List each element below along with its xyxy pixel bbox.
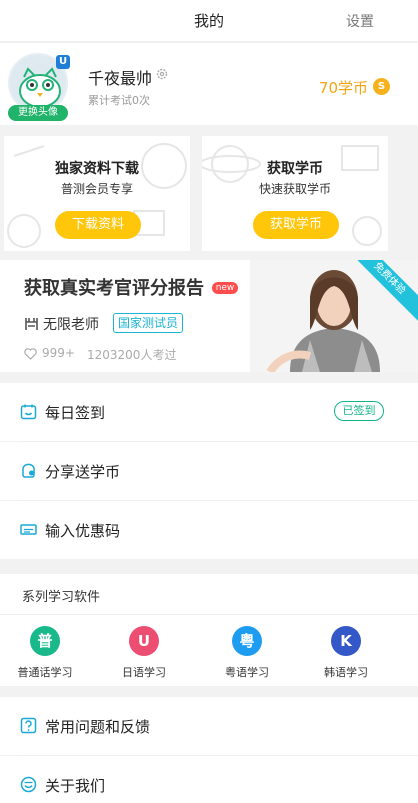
tester-tag: 国家测试员 xyxy=(113,313,184,333)
app-cantonese[interactable]: 粤 粤语学习 xyxy=(212,626,282,680)
gear-icon[interactable] xyxy=(156,68,168,80)
about-us-item[interactable]: 关于我们 xyxy=(0,756,418,803)
banner-title: 获取真实考官评分报告 xyxy=(24,278,204,299)
menu-label: 分享送学币 xyxy=(45,463,121,481)
change-avatar-button[interactable]: 更换头像 xyxy=(8,105,68,121)
menu-label: 输入优惠码 xyxy=(45,522,121,540)
calendar-smile-icon xyxy=(20,404,37,420)
learning-apps-section: 系列学习软件 普 普通话学习 U 日语学习 粤 粤语学习 K 韩语学习 xyxy=(0,574,418,686)
japanese-app-icon: U xyxy=(129,626,159,656)
download-materials-button[interactable]: 下载资料 xyxy=(55,211,141,239)
menu-label: 关于我们 xyxy=(45,777,106,795)
teacher-icon xyxy=(25,318,38,330)
coin-balance[interactable]: 70学币 xyxy=(319,77,368,98)
app-japanese[interactable]: U 日语学习 xyxy=(109,626,179,680)
share-coins-item[interactable]: 分享送学币 xyxy=(0,442,418,500)
daily-checkin-item[interactable]: 每日签到 已签到 xyxy=(0,383,418,441)
mandarin-app-icon: 普 xyxy=(30,626,60,656)
app-label: 普通话学习 xyxy=(17,666,73,679)
app-mandarin[interactable]: 普 普通话学习 xyxy=(10,626,80,680)
app-label: 粤语学习 xyxy=(225,666,269,679)
checked-in-badge: 已签到 xyxy=(334,401,384,421)
promo-title: 获取学币 xyxy=(267,161,323,177)
profile-card[interactable]: U 更换头像 千夜最帅 累计考试0次 70学币 S xyxy=(0,43,418,125)
vip-badge-icon: U xyxy=(56,55,70,69)
question-icon xyxy=(20,717,37,734)
korean-app-icon: K xyxy=(331,626,361,656)
faq-feedback-item[interactable]: 常用问题和反馈 xyxy=(0,697,418,755)
teacher-name: 无限老师 xyxy=(43,317,99,333)
get-coins-button[interactable]: 获取学币 xyxy=(253,211,339,239)
username: 千夜最帅 xyxy=(88,69,153,88)
top-nav: 我的 设置 xyxy=(0,0,418,42)
menu-label: 常用问题和反馈 xyxy=(45,718,151,736)
coin-icon: S xyxy=(373,78,390,95)
coupon-code-item[interactable]: 输入优惠码 xyxy=(0,501,418,559)
download-materials-card[interactable]: 独家资料下载 普测会员专享 下载资料 xyxy=(4,136,190,251)
app-label: 韩语学习 xyxy=(324,666,368,679)
get-coins-card[interactable]: 获取学币 快速获取学币 获取学币 xyxy=(202,136,388,251)
app-label: 日语学习 xyxy=(122,666,166,679)
cantonese-app-icon: 粤 xyxy=(232,626,262,656)
examiner-report-banner[interactable]: 获取真实考官评分报告 new 无限老师 国家测试员 999+ 1203200人考… xyxy=(0,260,418,372)
app-korean[interactable]: K 韩语学习 xyxy=(311,626,381,680)
new-badge: new xyxy=(212,282,238,294)
settings-button[interactable]: 设置 xyxy=(346,11,374,31)
smile-icon xyxy=(20,776,37,793)
share-icon xyxy=(22,463,35,478)
promo-subtitle: 快速获取学币 xyxy=(258,182,331,196)
examinee-count: 1203200人考过 xyxy=(87,348,177,362)
section-title: 系列学习软件 xyxy=(22,590,101,605)
ticket-icon xyxy=(20,524,37,535)
divider xyxy=(0,614,418,615)
promo-row: 独家资料下载 普测会员专享 下载资料 获取学币 快速获取学币 获取学币 xyxy=(0,126,418,260)
promo-title: 独家资料下载 xyxy=(55,161,139,177)
promo-subtitle: 普测会员专享 xyxy=(60,182,133,196)
exam-count: 累计考试0次 xyxy=(88,94,150,107)
likes-count: 999+ xyxy=(42,346,75,360)
heart-icon[interactable] xyxy=(24,348,37,360)
menu-label: 每日签到 xyxy=(45,404,106,422)
